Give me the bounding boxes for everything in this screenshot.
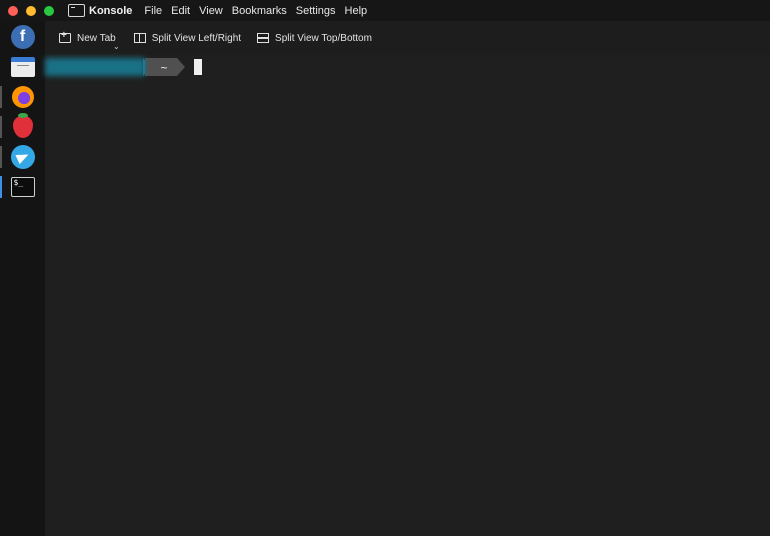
new-tab-icon xyxy=(59,30,71,43)
split-left-right-icon xyxy=(133,33,146,43)
fedora-icon: f xyxy=(10,25,35,49)
split-view-left-right-button[interactable]: Split View Left/Right xyxy=(133,32,242,44)
strawberry-icon xyxy=(12,113,33,138)
terminal-area[interactable]: ~ xyxy=(45,55,770,536)
text-cursor xyxy=(194,59,202,75)
close-window-button[interactable] xyxy=(8,5,18,16)
konsole-app-icon xyxy=(68,4,85,17)
chevron-down-icon[interactable]: ⌄ xyxy=(113,42,120,51)
prompt-separator xyxy=(177,58,185,76)
split-top-bottom-icon xyxy=(257,33,270,43)
app-name[interactable]: Konsole xyxy=(89,5,132,17)
telegram-icon xyxy=(10,145,35,169)
menu-view[interactable]: View xyxy=(199,5,223,17)
menu-file[interactable]: File xyxy=(144,5,162,17)
running-indicator xyxy=(0,116,2,138)
dock: f $_ xyxy=(0,21,45,536)
running-indicator xyxy=(0,86,2,108)
terminal-icon: $_ xyxy=(10,177,35,197)
prompt-user-segment xyxy=(45,58,145,76)
menu-bar: Konsole File Edit View Bookmarks Setting… xyxy=(0,0,770,21)
new-tab-button[interactable]: New Tab ⌄ xyxy=(59,30,120,51)
dock-item-fedora[interactable]: f xyxy=(0,23,45,51)
minimize-window-button[interactable] xyxy=(26,5,36,16)
maximize-window-button[interactable] xyxy=(44,5,54,16)
menu-edit[interactable]: Edit xyxy=(171,5,190,17)
shell-prompt: ~ xyxy=(45,58,202,76)
dock-item-telegram[interactable] xyxy=(0,143,45,171)
dock-item-terminal[interactable]: $_ xyxy=(0,173,45,201)
split-lr-label: Split View Left/Right xyxy=(151,32,242,44)
new-tab-label: New Tab xyxy=(77,32,116,44)
dock-item-files[interactable] xyxy=(0,53,45,81)
dock-item-firefox[interactable] xyxy=(0,83,45,111)
menu-settings[interactable]: Settings xyxy=(296,5,336,17)
firefox-icon xyxy=(11,86,34,108)
split-tb-label: Split View Top/Bottom xyxy=(275,32,372,44)
running-indicator xyxy=(0,146,2,168)
toolbar: New Tab ⌄ Split View Left/Right Split Vi… xyxy=(45,21,770,55)
menu-help[interactable]: Help xyxy=(345,5,368,17)
dock-item-strawberry[interactable] xyxy=(0,113,45,141)
menu-bookmarks[interactable]: Bookmarks xyxy=(232,5,287,17)
files-icon xyxy=(10,57,35,77)
active-indicator xyxy=(0,176,2,198)
prompt-directory: ~ xyxy=(145,58,177,76)
window-controls xyxy=(8,5,62,16)
split-view-top-bottom-button[interactable]: Split View Top/Bottom xyxy=(257,33,372,44)
